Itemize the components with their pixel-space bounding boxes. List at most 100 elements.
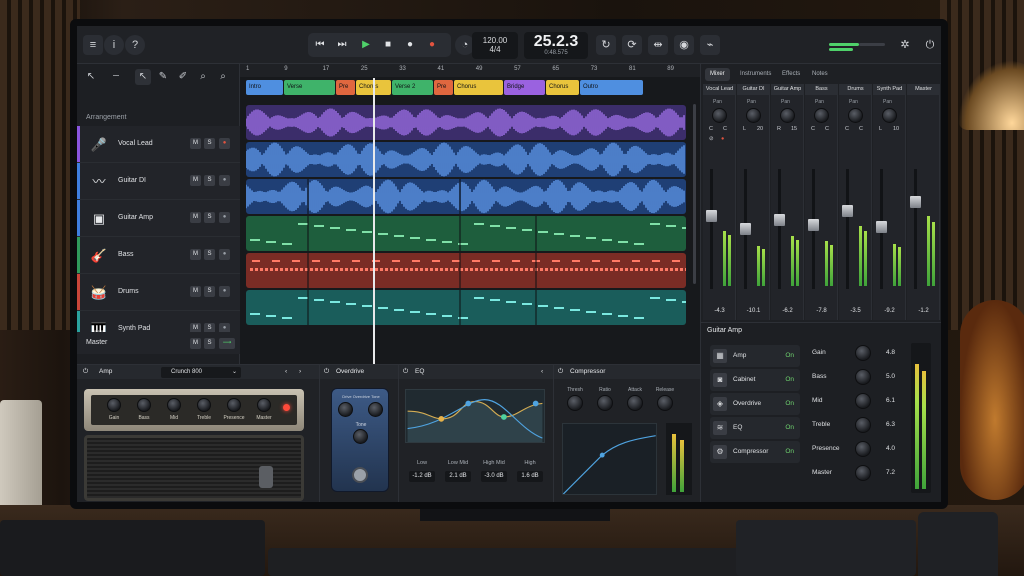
master-solo-button[interactable]: S [204,338,215,349]
param-knob[interactable] [855,441,871,457]
eq-collapse-icon[interactable]: ‹ [541,368,543,375]
pointer-icon[interactable]: ↖ [83,69,99,85]
record-arm-button[interactable]: ● [219,249,230,260]
info-icon[interactable]: i [104,35,124,55]
chain-item-eq[interactable]: ≋ EQ On [710,417,800,439]
compressor-attack-knob[interactable] [627,395,643,411]
clip-guitar-amp[interactable] [246,179,686,214]
chain-item-cabinet[interactable]: ◙ Cabinet On [710,369,800,391]
level-knob[interactable] [368,402,383,417]
amp-power-icon[interactable]: ⏻ [83,368,88,376]
fader-handle[interactable] [808,218,819,231]
compressor-release-knob[interactable] [657,395,673,411]
tab-notes[interactable]: Notes [807,68,833,81]
settings-icon[interactable]: ✲ [895,35,915,55]
section-marker[interactable]: Intro [246,80,283,95]
preset-prev-icon[interactable]: ‹ [285,368,287,375]
record-icon[interactable]: ● [401,36,419,54]
record-arm-button[interactable]: ● [219,138,230,149]
solo-button[interactable]: S [204,249,215,260]
solo-button[interactable]: S [204,175,215,186]
section-marker[interactable]: Chorus [454,80,503,95]
brush-icon[interactable]: ✐ [175,69,191,85]
param-knob[interactable] [855,369,871,385]
pan-knob[interactable] [780,108,795,123]
chain-item-overdrive[interactable]: ◈ Overdrive On [710,393,800,415]
clip-bass[interactable] [246,216,686,251]
master-mute-button[interactable]: M [190,338,201,349]
help-icon[interactable]: ? [125,35,145,55]
tempo-display[interactable]: 120.00 4/4 [472,32,518,59]
search-icon[interactable]: ⌕ [215,69,231,85]
fader-handle[interactable] [910,196,921,208]
chain-item-compressor[interactable]: ⚙ Compressor On [710,441,800,463]
section-marker[interactable]: Chorus [546,80,579,95]
playhead[interactable] [373,78,375,364]
pan-knob[interactable] [848,108,863,123]
fader-handle[interactable] [706,209,717,222]
amp-mid-knob[interactable] [167,398,181,412]
pencil-icon[interactable]: ✎ [155,69,171,85]
compressor-ratio-knob[interactable] [597,395,613,411]
overdrive-power-icon[interactable]: ⏻ [324,368,329,376]
tab-instruments[interactable]: Instruments [735,68,776,81]
amp-treble-knob[interactable] [197,398,211,412]
pan-knob[interactable] [712,108,727,123]
tab-effects[interactable]: Effects [777,68,805,81]
tone-knob[interactable] [353,429,368,444]
select-tool-icon[interactable]: ↖ [135,69,151,85]
chain-item-state[interactable]: On [785,376,794,383]
track-guitar-amp[interactable]: ▣ Guitar Amp M S ● [77,200,240,237]
arrangement-area[interactable]: 191725334149576573818997 IntroVersePreCh… [240,64,700,364]
chain-item-amp[interactable]: ▦ Amp On [710,345,800,367]
record-arm-button[interactable]: ● [219,175,230,186]
capture-icon[interactable]: ⟳ [622,35,642,55]
amp-gain-knob[interactable] [107,398,121,412]
clip-drums[interactable] [246,253,686,288]
record-arm-button[interactable]: ● [219,286,230,297]
track-bass[interactable]: 🎸 Bass M S ● [77,237,240,274]
preset-next-icon[interactable]: › [299,368,301,375]
drive-knob[interactable] [338,402,353,417]
footswitch[interactable] [352,467,368,483]
fader-handle[interactable] [842,205,853,217]
eq-band-value[interactable]: 1.6 dB [517,471,543,482]
mute-button[interactable]: M [190,286,201,297]
section-marker[interactable]: Pre [336,80,355,95]
mute-button[interactable]: M [190,212,201,223]
fader-handle[interactable] [876,221,887,234]
param-knob[interactable] [855,417,871,433]
solo-button[interactable]: S [204,212,215,223]
overdrive-pedal[interactable]: Drive Overdrive Tone Tone [331,388,389,492]
amp-master-knob[interactable] [257,398,271,412]
compressor-thresh-knob[interactable] [567,395,583,411]
clip-synth-pad[interactable] [246,290,686,325]
position-display[interactable]: 25.2.3 0:48.575 [524,32,588,59]
track-drums[interactable]: 🥁 Drums M S ● [77,274,240,311]
section-marker[interactable]: Bridge [504,80,545,95]
menu-icon[interactable]: ≡ [83,35,103,55]
mute-button[interactable]: M [190,175,201,186]
solo-button[interactable]: S [204,138,215,149]
track-guitar-di[interactable]: 〰 Guitar DI M S ● [77,163,240,200]
param-knob[interactable] [855,345,871,361]
eq-power-icon[interactable]: ⏻ [403,368,408,376]
master-automation-icon[interactable]: ⟿ [219,338,235,349]
clip-vocal-lead[interactable] [246,105,686,140]
stop-icon[interactable]: ■ [379,36,397,54]
compressor-power-icon[interactable]: ⏻ [558,368,563,376]
amp-bass-knob[interactable] [137,398,151,412]
fader-handle[interactable] [774,214,785,226]
tab-mixer[interactable]: Mixer [705,68,730,81]
track-vocal-lead[interactable]: 🎤 Vocal Lead M S ● [77,126,240,163]
section-marker[interactable]: Outro [580,80,643,95]
punch-icon[interactable]: ⇹ [648,35,668,55]
chain-item-state[interactable]: On [785,424,794,431]
amp-preset-selector[interactable]: Crunch 800 ⌄ [161,367,241,378]
eq-band-value[interactable]: -3.0 dB [481,471,507,482]
section-marker[interactable]: Pre [434,80,453,95]
vertical-scrollbar[interactable] [693,104,696,284]
pan-knob[interactable] [746,108,761,123]
mute-button[interactable]: M [190,138,201,149]
chain-item-state[interactable]: On [785,448,794,455]
